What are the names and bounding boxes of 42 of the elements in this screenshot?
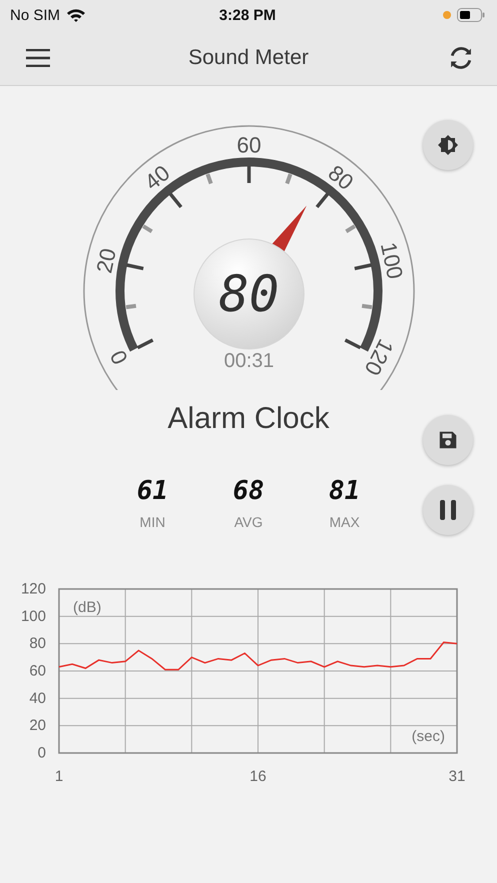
stat-label: MIN [140,514,166,530]
y-tick-label: 60 [29,662,46,680]
x-tick-label: 16 [250,768,266,785]
y-tick-label: 80 [29,635,46,652]
y-axis-label: (dB) [73,599,102,616]
stat-label: MAX [329,514,360,530]
brightness-icon [436,133,460,157]
y-tick-label: 20 [29,717,46,734]
y-tick-label: 100 [20,608,46,625]
y-tick-label: 120 [20,580,46,598]
stat-value: 61 [136,476,168,506]
y-tick-label: 0 [38,744,46,762]
scale-label: 20 [90,246,120,276]
screen-title: Sound Meter [188,46,309,70]
save-button[interactable] [423,415,473,465]
scale-label: 60 [236,132,261,158]
stat-value: 81 [328,476,360,506]
privacy-dot-icon [442,11,451,19]
x-tick-label: 1 [54,768,64,785]
scale-label: 80 [323,160,358,195]
clock-text: 3:28 PM [219,6,276,24]
battery-icon [456,8,485,22]
stat-value: 68 [232,476,264,506]
scale-label: 40 [139,160,174,195]
save-icon [437,429,459,451]
x-axis-label: (sec) [412,728,445,745]
stat-label: AVG [234,514,263,530]
scale-label: 100 [375,240,408,282]
timer-text: 00:31 [223,350,274,372]
gauge-reading: 80 [218,265,279,323]
pause-icon [438,498,458,522]
scale-label: 0 [104,346,132,368]
gauge-needle [271,206,306,252]
pause-button[interactable] [423,485,473,535]
wifi-icon [66,8,86,22]
brightness-button[interactable] [423,120,473,170]
carrier-text: No SIM [10,6,60,24]
x-tick-label: 31 [448,768,466,785]
menu-button[interactable] [24,46,52,68]
y-tick-label: 40 [29,690,46,707]
scale-label: 120 [359,335,398,380]
sound-source-name: Alarm Clock [168,402,330,436]
